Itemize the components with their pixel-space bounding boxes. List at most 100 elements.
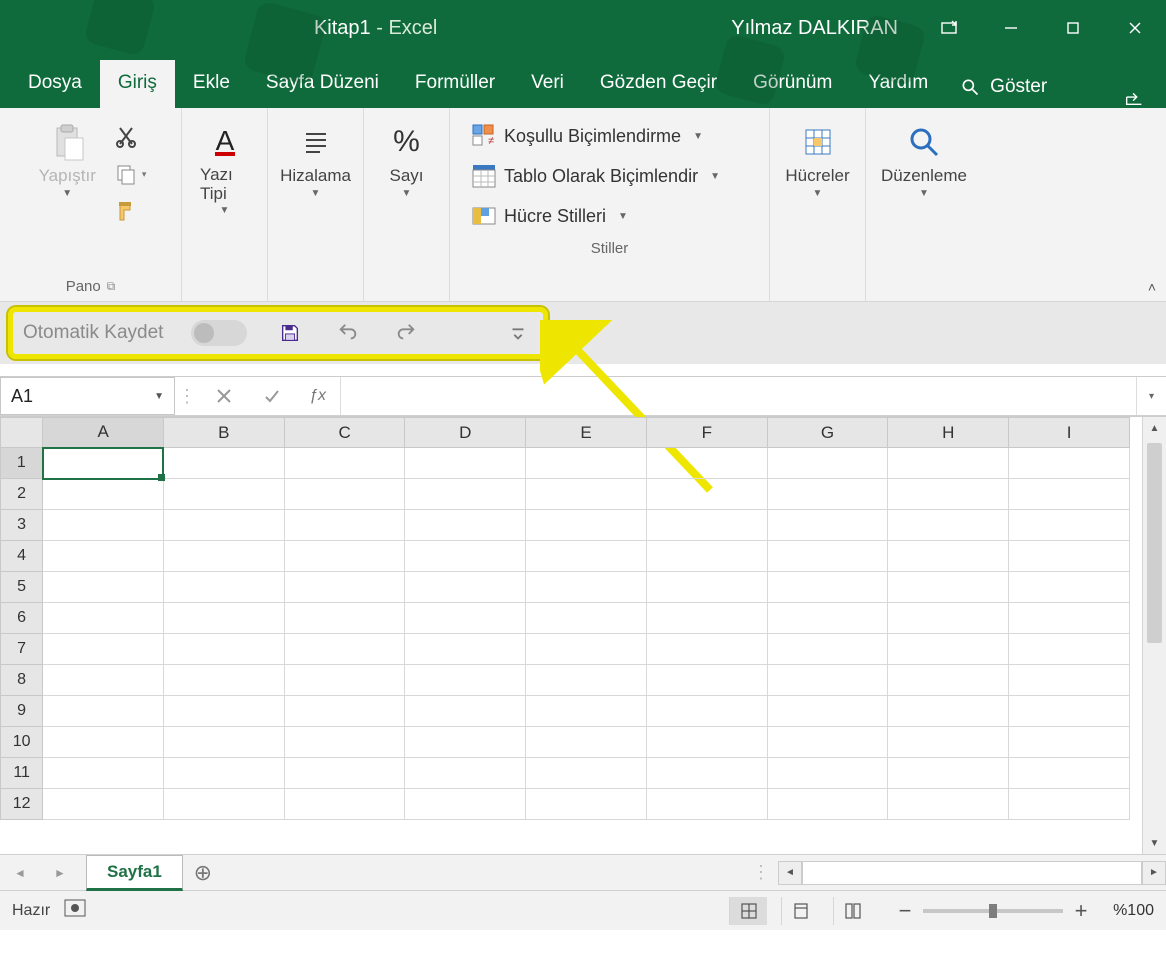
customize-qat-button[interactable]	[503, 318, 533, 348]
hscroll-right-icon[interactable]: ►	[1142, 861, 1166, 885]
zoom-value[interactable]: %100	[1113, 902, 1154, 920]
tab-gorunum[interactable]: Görünüm	[735, 60, 850, 108]
undo-button[interactable]	[333, 318, 363, 348]
tab-ekle[interactable]: Ekle	[175, 60, 248, 108]
cells-button[interactable]: Hücreler▼	[777, 116, 857, 201]
col-header-B[interactable]: B	[163, 418, 284, 448]
document-title: Kitap1 - Excel	[40, 17, 711, 40]
name-box[interactable]: A1 ▼	[0, 377, 175, 415]
cell-styles-button[interactable]: Hücre Stilleri▼	[466, 196, 753, 236]
redo-button[interactable]	[391, 318, 421, 348]
tell-me-search[interactable]: Göster	[946, 66, 1061, 108]
row-header-4[interactable]: 4	[1, 541, 43, 572]
scroll-thumb[interactable]	[1147, 443, 1162, 643]
col-header-E[interactable]: E	[526, 418, 647, 448]
enter-formula-button[interactable]	[247, 377, 295, 415]
app-name: Excel	[388, 17, 437, 39]
row-header-6[interactable]: 6	[1, 603, 43, 634]
row-header-2[interactable]: 2	[1, 479, 43, 510]
col-header-D[interactable]: D	[405, 418, 526, 448]
new-sheet-button[interactable]: ⊕	[183, 860, 223, 886]
col-header-H[interactable]: H	[888, 418, 1009, 448]
group-pano-label: Pano	[66, 278, 101, 295]
editing-button[interactable]: Düzenleme▼	[873, 116, 975, 201]
group-font: A Yazı Tipi ▼	[182, 108, 268, 301]
col-header-I[interactable]: I	[1009, 418, 1130, 448]
status-ready: Hazır	[12, 902, 50, 920]
group-styles-label: Stiller	[591, 240, 629, 257]
doc-name: Kitap1	[314, 17, 371, 39]
col-header-F[interactable]: F	[646, 418, 767, 448]
tab-formuller[interactable]: Formüller	[397, 60, 513, 108]
svg-text:≠: ≠	[488, 135, 494, 147]
tab-giris[interactable]: Giriş	[100, 60, 175, 108]
scroll-up-icon[interactable]: ▲	[1143, 417, 1166, 439]
col-header-G[interactable]: G	[767, 418, 888, 448]
row-header-5[interactable]: 5	[1, 572, 43, 603]
cancel-formula-button[interactable]	[199, 377, 247, 415]
group-styles: ≠ Koşullu Biçimlendirme▼ Tablo Olarak Bi…	[450, 108, 770, 301]
view-page-layout-button[interactable]	[781, 897, 819, 925]
cut-button[interactable]	[110, 120, 151, 152]
expand-formula-bar-icon[interactable]: ▾	[1136, 377, 1166, 415]
pano-dialog-launcher-icon[interactable]: ⧉	[107, 279, 116, 294]
horizontal-scrollbar[interactable]: ◄ ►	[778, 861, 1166, 885]
hscroll-track[interactable]	[802, 861, 1142, 885]
font-button[interactable]: A Yazı Tipi ▼	[192, 116, 257, 218]
worksheet-area: A B C D E F G H I 1 2 3 4 5 6 7 8 9 10 1…	[0, 416, 1166, 854]
macro-record-icon[interactable]	[64, 899, 86, 922]
minimize-button[interactable]	[980, 0, 1042, 56]
row-header-3[interactable]: 3	[1, 510, 43, 541]
share-button[interactable]	[1112, 86, 1156, 108]
hscroll-left-icon[interactable]: ◄	[778, 861, 802, 885]
collapse-ribbon-icon[interactable]: ˄	[1148, 279, 1156, 295]
alignment-button[interactable]: Hizalama ▼	[272, 116, 359, 201]
conditional-formatting-button[interactable]: ≠ Koşullu Biçimlendirme▼	[466, 116, 753, 156]
spreadsheet-grid[interactable]: A B C D E F G H I 1 2 3 4 5 6 7 8 9 10 1…	[0, 417, 1130, 820]
row-header-9[interactable]: 9	[1, 696, 43, 727]
copy-button[interactable]: ▾	[110, 158, 151, 190]
format-as-table-button[interactable]: Tablo Olarak Biçimlendir▼	[466, 156, 753, 196]
view-normal-button[interactable]	[729, 897, 767, 925]
row-header-12[interactable]: 12	[1, 789, 43, 820]
ribbon: Yapıştır ▼ ▾ Pano⧉ A Yazı Tipi ▼ H	[0, 108, 1166, 302]
row-header-7[interactable]: 7	[1, 634, 43, 665]
name-box-dropdown-icon[interactable]: ▼	[154, 391, 164, 402]
zoom-slider[interactable]	[923, 909, 1063, 913]
tab-sayfa-duzeni[interactable]: Sayfa Düzeni	[248, 60, 397, 108]
tab-yardim[interactable]: Yardım	[850, 60, 946, 108]
group-alignment: Hizalama ▼	[268, 108, 364, 301]
format-painter-button[interactable]	[110, 196, 151, 228]
scroll-down-icon[interactable]: ▼	[1143, 832, 1166, 854]
col-header-C[interactable]: C	[284, 418, 405, 448]
sheet-nav-prev-icon[interactable]: ◄	[0, 866, 40, 880]
cell-A1[interactable]	[43, 448, 164, 479]
sheet-tab-sayfa1[interactable]: Sayfa1	[86, 855, 183, 891]
row-header-10[interactable]: 10	[1, 727, 43, 758]
tab-veri[interactable]: Veri	[513, 60, 582, 108]
paste-button[interactable]: Yapıştır ▼	[31, 116, 104, 201]
zoom-control: − + %100	[895, 898, 1154, 924]
formula-input[interactable]	[341, 377, 1136, 415]
tab-gozden-gecir[interactable]: Gözden Geçir	[582, 60, 735, 108]
tab-dosya[interactable]: Dosya	[10, 60, 100, 108]
number-button[interactable]: % Sayı ▼	[381, 116, 431, 201]
row-header-11[interactable]: 11	[1, 758, 43, 789]
select-all-corner[interactable]	[1, 418, 43, 448]
vertical-scrollbar[interactable]: ▲ ▼	[1142, 417, 1166, 854]
view-page-break-button[interactable]	[833, 897, 871, 925]
autosave-toggle[interactable]	[191, 320, 247, 346]
insert-function-button[interactable]: ƒx	[295, 377, 341, 415]
save-button[interactable]	[275, 318, 305, 348]
sheet-nav-next-icon[interactable]: ►	[40, 866, 80, 880]
ribbon-display-options-icon[interactable]	[918, 0, 980, 56]
user-name[interactable]: Yılmaz DALKIRAN	[711, 17, 918, 40]
maximize-button[interactable]	[1042, 0, 1104, 56]
col-header-A[interactable]: A	[43, 418, 164, 448]
row-header-1[interactable]: 1	[1, 448, 43, 479]
close-button[interactable]	[1104, 0, 1166, 56]
group-editing: Düzenleme▼	[866, 108, 982, 301]
zoom-in-button[interactable]: +	[1071, 898, 1091, 924]
zoom-out-button[interactable]: −	[895, 898, 915, 924]
row-header-8[interactable]: 8	[1, 665, 43, 696]
